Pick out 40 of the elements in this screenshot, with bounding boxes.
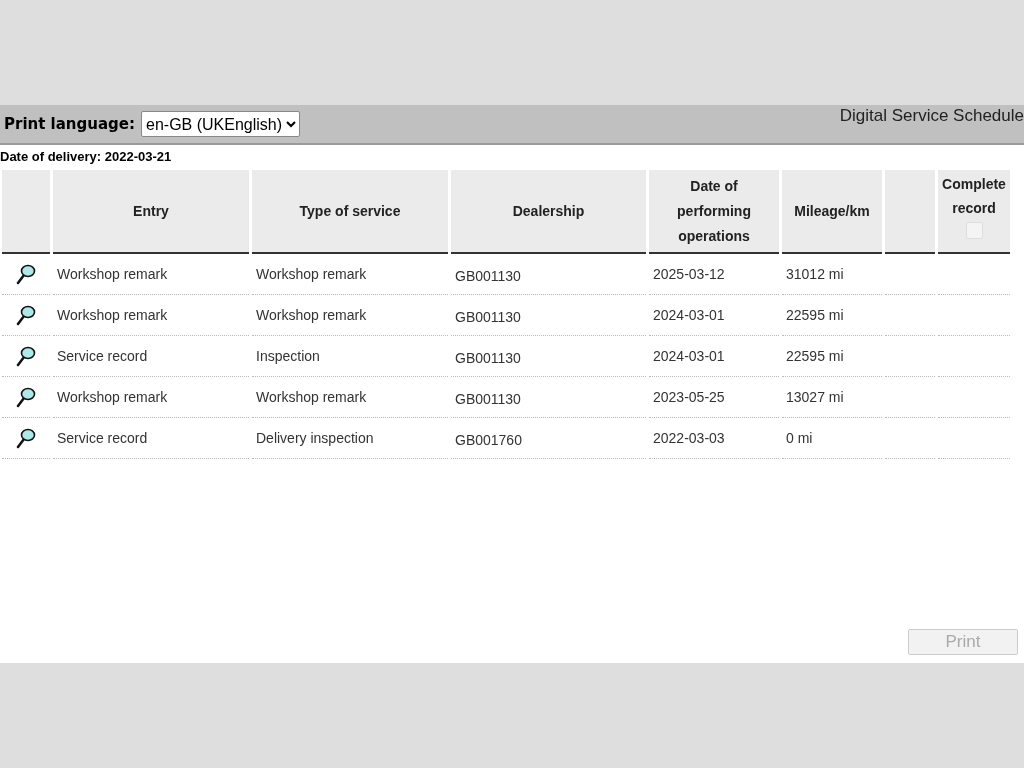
- table-cell: 2022-03-03: [649, 418, 779, 459]
- table-cell: Workshop remark: [53, 295, 249, 336]
- magnifier-icon[interactable]: [16, 263, 36, 285]
- table-cell: GB001130: [451, 254, 646, 295]
- magnifier-icon[interactable]: [16, 304, 36, 326]
- table-cell: 2024-03-01: [649, 336, 779, 377]
- magnifier-icon[interactable]: [16, 345, 36, 367]
- magnifier-icon[interactable]: [16, 427, 36, 449]
- table-cell: Inspection: [252, 336, 448, 377]
- language-label: Print language:: [4, 115, 135, 133]
- column-header-text: Complete record: [942, 175, 1006, 218]
- table-cell: Service record: [53, 336, 249, 377]
- table-cell: 2024-03-01: [649, 295, 779, 336]
- table-cell: GB001760: [451, 418, 646, 459]
- column-header: Date of performing operations: [649, 170, 779, 254]
- table-cell: Workshop remark: [53, 377, 249, 418]
- column-header: Type of service: [252, 170, 448, 254]
- table-cell: Workshop remark: [252, 295, 448, 336]
- table-cell: 2023-05-25: [649, 377, 779, 418]
- column-header: Entry: [53, 170, 249, 254]
- magnifier-icon[interactable]: [16, 386, 36, 408]
- page-title: Digital Service Schedule: [839, 106, 1024, 126]
- table-cell: GB001130: [451, 336, 646, 377]
- table-cell: 31012 mi: [782, 254, 882, 295]
- table-cell: 13027 mi: [782, 377, 882, 418]
- table-cell: Workshop remark: [252, 254, 448, 295]
- table-cell: Service record: [53, 418, 249, 459]
- table-cell: 0 mi: [782, 418, 882, 459]
- table-cell: 22595 mi: [782, 295, 882, 336]
- table-cell: GB001130: [451, 377, 646, 418]
- table-cell: Workshop remark: [53, 254, 249, 295]
- delivery-date: Date of delivery: 2022-03-21: [0, 148, 173, 166]
- table-cell: 22595 mi: [782, 336, 882, 377]
- column-header: Mileage/km: [782, 170, 882, 254]
- language-select[interactable]: en-GB (UKEnglish): [141, 111, 300, 137]
- column-header: Dealership: [451, 170, 646, 254]
- table-cell: 2025-03-12: [649, 254, 779, 295]
- table-cell: Delivery inspection: [252, 418, 448, 459]
- table-cell: Workshop remark: [252, 377, 448, 418]
- table-cell: GB001130: [451, 295, 646, 336]
